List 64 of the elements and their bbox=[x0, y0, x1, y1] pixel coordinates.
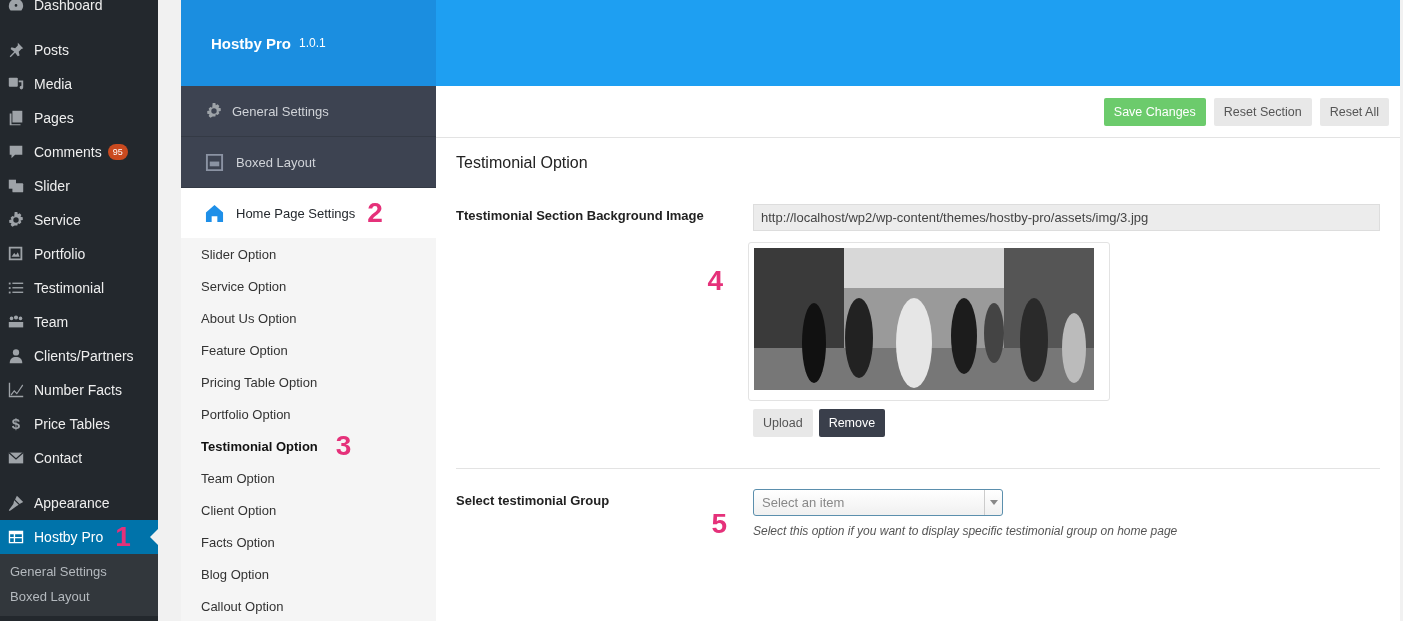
caret-icon bbox=[989, 500, 998, 505]
url-field[interactable]: http://localhost/wp2/wp-content/themes/hostby-pro/assets/img/3.jpg bbox=[753, 204, 1380, 231]
admin-menu-item[interactable]: Comments 95 bbox=[0, 135, 158, 169]
option-link[interactable]: Feature Option bbox=[201, 342, 288, 358]
option-link[interactable]: Client Option bbox=[201, 502, 277, 518]
admin-menu-item[interactable]: Service bbox=[0, 203, 158, 237]
layout-icon bbox=[205, 152, 224, 172]
toolbar-button[interactable]: Reset All bbox=[1319, 97, 1389, 126]
option-link[interactable]: Facts Option bbox=[201, 534, 275, 550]
admin-menu-item[interactable]: Portfolio bbox=[0, 237, 158, 271]
admin-menu-item[interactable]: Testimonial bbox=[0, 271, 158, 305]
count-badge: 95 bbox=[107, 144, 128, 160]
slides-icon bbox=[7, 177, 25, 195]
field-label: Select testimonial Group bbox=[456, 492, 610, 508]
admin-menu-item[interactable]: Number Facts bbox=[0, 373, 158, 407]
home-icon bbox=[205, 203, 224, 223]
settings-icon bbox=[205, 102, 223, 120]
option-link[interactable]: Team Option bbox=[201, 470, 275, 486]
option-link[interactable]: Pricing Table Option bbox=[201, 374, 318, 390]
option-link[interactable]: Portfolio Option bbox=[201, 406, 291, 422]
step-number: 1 bbox=[115, 523, 131, 551]
submenu-item[interactable]: Boxed Layout bbox=[0, 585, 158, 610]
section-tab[interactable]: Boxed Layout bbox=[181, 137, 436, 188]
step-number: 2 bbox=[367, 199, 383, 227]
settings-icon bbox=[7, 211, 25, 229]
admin-menu-item[interactable]: Contact bbox=[0, 441, 158, 475]
pages-icon bbox=[7, 109, 25, 127]
admin-menu-item[interactable]: Pages bbox=[0, 101, 158, 135]
pushpin-icon bbox=[7, 41, 25, 59]
dollar-icon: $ bbox=[7, 415, 25, 433]
admin-menu-item[interactable]: Posts bbox=[0, 33, 158, 67]
step-number: 5 bbox=[711, 510, 727, 538]
section-tab[interactable]: General Settings bbox=[181, 86, 436, 137]
admin-menu-item[interactable]: Media bbox=[0, 67, 158, 101]
admin-menu-item[interactable]: Team bbox=[0, 305, 158, 339]
image-button[interactable]: Remove bbox=[818, 409, 886, 437]
admin-menu-item[interactable]: Clients/Partners bbox=[0, 339, 158, 373]
step-number: 3 bbox=[335, 432, 352, 460]
brush-icon bbox=[7, 494, 25, 512]
line-chart-icon bbox=[7, 381, 25, 399]
option-link[interactable]: Service Option bbox=[201, 278, 287, 294]
admin-menu-item[interactable]: $ Price Tables bbox=[0, 407, 158, 441]
person-icon bbox=[7, 347, 25, 365]
section-tab[interactable]: Home Page Settings 2 bbox=[181, 188, 436, 238]
submenu-item[interactable]: General Settings bbox=[0, 560, 158, 585]
table-icon bbox=[7, 528, 25, 546]
section-title: Testimonial Option bbox=[456, 154, 589, 172]
option-link[interactable]: Blog Option bbox=[201, 566, 269, 582]
option-link[interactable]: About Us Option bbox=[201, 310, 297, 326]
admin-menu-item[interactable]: Dashboard bbox=[0, 0, 158, 22]
option-link[interactable]: Callout Option bbox=[201, 598, 284, 614]
field-label: Ttestimonial Section Background Image bbox=[456, 207, 705, 223]
option-link[interactable]: Slider Option bbox=[201, 246, 277, 262]
admin-menu-item[interactable]: Hostby Pro 1 bbox=[0, 520, 158, 554]
portfolio-icon bbox=[7, 245, 25, 263]
toolbar-button[interactable]: Reset Section bbox=[1213, 97, 1312, 126]
option-link[interactable]: Testimonial Option bbox=[201, 438, 318, 454]
image-button[interactable]: Upload bbox=[753, 409, 813, 437]
admin-menu-item[interactable]: Appearance bbox=[0, 486, 158, 520]
step-number: 4 bbox=[707, 267, 723, 295]
version-label: 1.0.1 bbox=[299, 36, 326, 50]
field-description: Select this option if you want to display specific testimonial group on home page bbox=[753, 524, 1179, 538]
panel-title: Hostby Pro bbox=[211, 34, 291, 52]
admin-menu-item[interactable]: Slider bbox=[0, 169, 158, 203]
